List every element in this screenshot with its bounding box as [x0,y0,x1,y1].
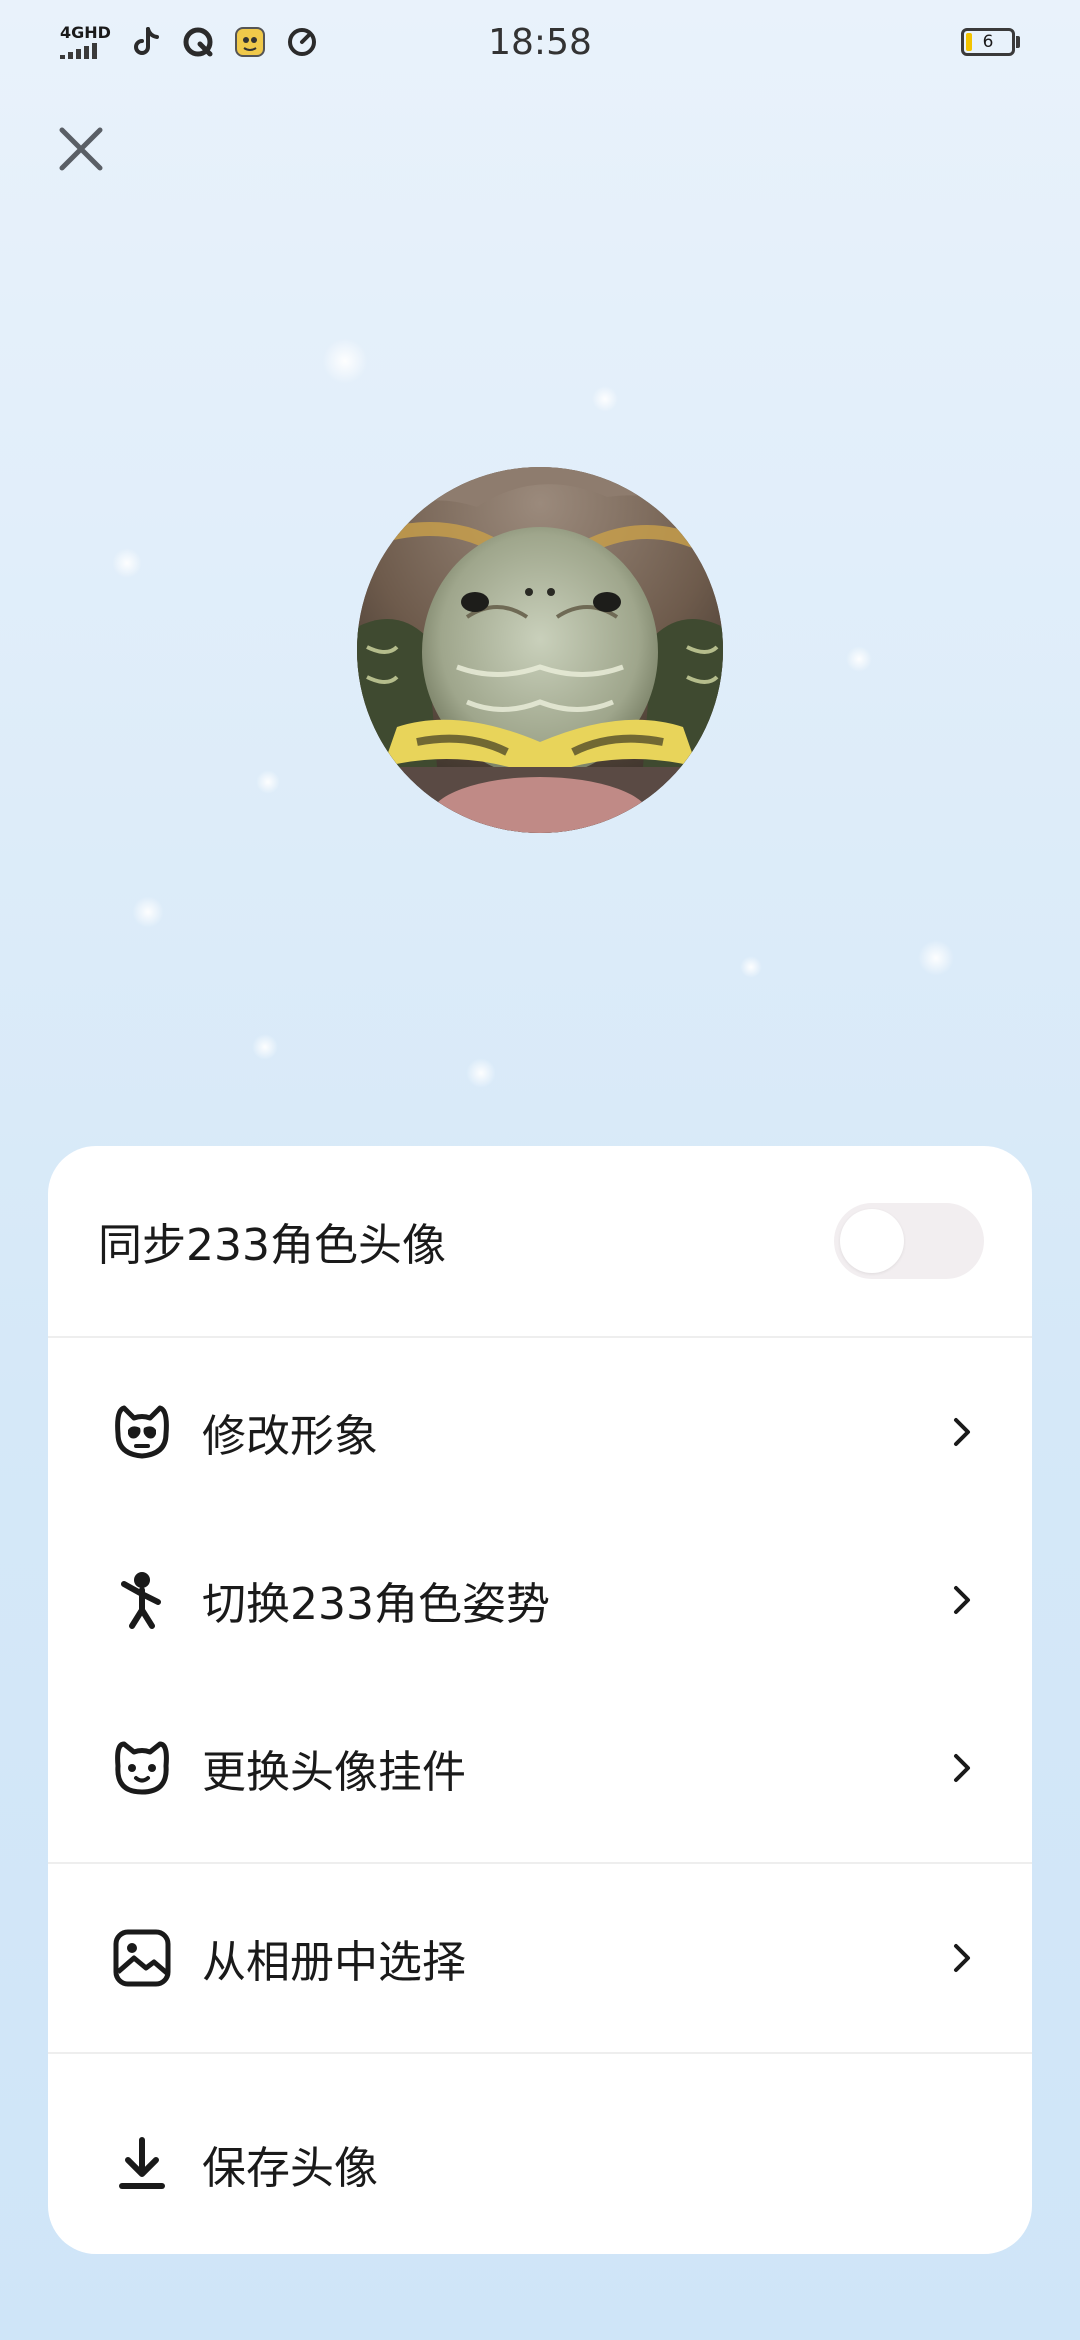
download-icon [110,2132,174,2196]
sparkle-decoration [322,338,368,384]
tiktok-icon [129,25,163,59]
network-indicator: 4GHD [60,25,111,59]
sparkle-decoration [132,896,164,928]
waving-figure-icon [110,1568,174,1632]
avatar-options-sheet: 同步233角色头像 修改形象 切换233角色姿势 更换头像挂件 从相册中选择 保… [48,1146,1032,2254]
gallery-icon [110,1926,174,1990]
turtle-avatar-image [357,467,723,833]
appearance-menu-group: 修改形象 切换233角色姿势 更换头像挂件 [48,1338,1032,1864]
battery-level: 6 [982,32,994,52]
sparkle-decoration [466,1058,496,1088]
menu-item-choose-from-album[interactable]: 从相册中选择 [48,1864,1032,2054]
status-bar: 4GHD 6 [0,0,1080,84]
chevron-right-icon [942,1938,982,1978]
cat-face-icon [110,1400,174,1464]
menu-item-label: 从相册中选择 [202,1937,466,1988]
menu-item-label: 修改形象 [202,1411,378,1462]
menu-item-switch-pose[interactable]: 切换233角色姿势 [48,1516,1032,1684]
sync-233-avatar-label: 同步233角色头像 [98,1220,446,1271]
close-button[interactable] [50,118,112,180]
chevron-right-icon [942,1412,982,1452]
battery-icon: 6 [961,28,1015,56]
sparkle-decoration [252,1034,278,1060]
sparkle-decoration [740,956,762,978]
cat-head-icon [110,1736,174,1800]
avatar [357,467,723,833]
menu-item-label: 更换头像挂件 [202,1747,466,1798]
sparkle-decoration [918,940,954,976]
menu-item-label: 保存头像 [202,2143,378,2194]
sparkle-decoration [112,548,142,578]
menu-item-change-pendant[interactable]: 更换头像挂件 [48,1684,1032,1852]
q-app-icon [181,25,215,59]
close-icon [59,127,103,171]
chevron-right-icon [942,1748,982,1788]
toggle-knob [840,1209,904,1273]
sync-233-avatar-toggle[interactable] [834,1203,984,1279]
menu-item-label: 切换233角色姿势 [202,1579,550,1630]
sync-233-avatar-row: 同步233角色头像 [48,1146,1032,1338]
network-label: 4GHD [60,23,111,42]
menu-item-edit-appearance[interactable]: 修改形象 [48,1348,1032,1516]
speedometer-icon [285,25,319,59]
chevron-right-icon [942,1580,982,1620]
game-app-icon [233,25,267,59]
sparkle-decoration [846,646,872,672]
signal-bars-icon [60,43,111,59]
status-left: 4GHD [60,25,319,59]
battery-indicator: 6 [961,28,1020,56]
sparkle-decoration [256,770,280,794]
menu-item-save-avatar[interactable]: 保存头像 [48,2054,1032,2254]
sparkle-decoration [592,386,618,412]
